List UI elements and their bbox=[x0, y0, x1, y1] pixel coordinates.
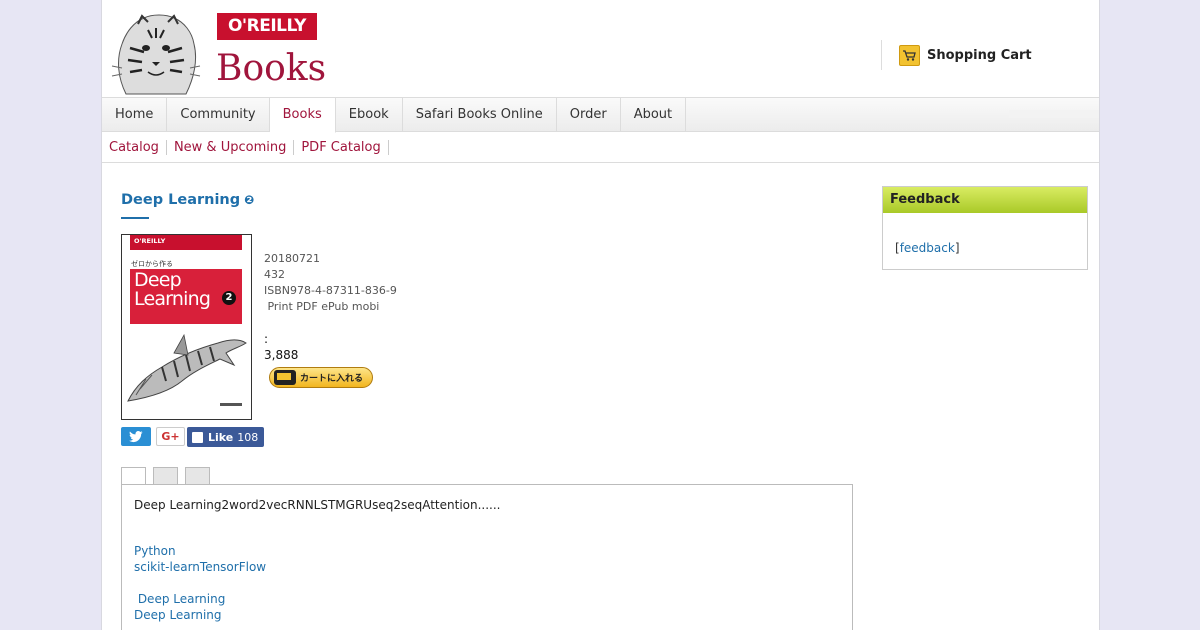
link-scikit-learn-tensorflow[interactable]: scikit-learnTensorFlow bbox=[134, 559, 266, 575]
formats: Print PDF ePub mobi bbox=[264, 300, 380, 313]
main-nav: Home Community Books Ebook Safari Books … bbox=[102, 97, 1099, 133]
nav-home[interactable]: Home bbox=[102, 98, 168, 132]
twitter-share-button[interactable] bbox=[121, 427, 151, 446]
subnav-catalog[interactable]: Catalog bbox=[109, 139, 167, 155]
help-icon[interactable]: ❷ bbox=[244, 193, 254, 207]
link-deep-learning-2[interactable]: Deep Learning bbox=[134, 607, 266, 623]
nav-books[interactable]: Books bbox=[269, 98, 336, 133]
books-wordmark[interactable]: Books bbox=[216, 46, 326, 92]
facebook-like-button[interactable]: Like 108 bbox=[187, 427, 265, 447]
tab-content-panel: Deep Learning2word2vecRNNLSTMGRUseq2seqA… bbox=[121, 484, 853, 630]
link-spacer: ​ bbox=[134, 575, 266, 591]
feedback-box: Feedback [feedback] bbox=[882, 186, 1088, 270]
cart-button-icon bbox=[274, 370, 296, 385]
nav-ebook[interactable]: Ebook bbox=[336, 98, 403, 132]
shopping-cart-link[interactable]: Shopping Cart bbox=[881, 40, 1032, 70]
feedback-link[interactable]: feedback bbox=[900, 241, 955, 255]
tiger-logo-image bbox=[111, 14, 201, 95]
book-metadata: 20180721 432 ISBN978-4-87311-836-9 Print… bbox=[264, 251, 397, 315]
link-deep-learning-1[interactable]: Deep Learning bbox=[134, 591, 266, 607]
price-label: : bbox=[264, 332, 269, 346]
nav-about[interactable]: About bbox=[621, 98, 687, 132]
subnav-new-upcoming[interactable]: New & Upcoming bbox=[167, 139, 295, 155]
cover-title: Deep Learning bbox=[134, 271, 211, 309]
page-title: Deep Learning ❷ bbox=[121, 192, 254, 208]
facebook-thumb-icon bbox=[192, 431, 203, 443]
tab-3[interactable] bbox=[185, 467, 210, 485]
cover-shark-illustration bbox=[127, 333, 247, 402]
feedback-body: [feedback] bbox=[895, 241, 960, 255]
isbn: ISBN978-4-87311-836-9 bbox=[264, 284, 397, 297]
title-underline bbox=[121, 217, 149, 219]
page: O'REILLY Books Shopping Cart Home Commun… bbox=[101, 0, 1100, 630]
tab-2[interactable] bbox=[153, 467, 178, 485]
related-links: Python scikit-learnTensorFlow ​ Deep Lea… bbox=[134, 543, 266, 623]
feedback-title: Feedback bbox=[883, 187, 1087, 213]
cover-author-mark bbox=[220, 403, 242, 406]
publish-date: 20180721 bbox=[264, 252, 320, 265]
book-description: Deep Learning2word2vecRNNLSTMGRUseq2seqA… bbox=[134, 498, 501, 512]
book-title: Deep Learning bbox=[121, 192, 241, 208]
book-cover-image[interactable]: O'REILLY ゼロから作る Deep Learning 2 bbox=[121, 234, 252, 420]
nav-safari-books-online[interactable]: Safari Books Online bbox=[403, 98, 557, 132]
feedback-bracket-close: ] bbox=[954, 241, 960, 255]
add-to-cart-label: カートに入れる bbox=[300, 374, 364, 384]
facebook-like-label: Like bbox=[208, 430, 234, 444]
shopping-cart-icon bbox=[899, 44, 920, 66]
add-to-cart-button[interactable]: カートに入れる bbox=[269, 367, 373, 388]
price-block: : 3,888 bbox=[264, 331, 298, 363]
cover-logo: O'REILLY bbox=[130, 235, 242, 250]
subnav-pdf-catalog[interactable]: PDF Catalog bbox=[294, 139, 389, 155]
nav-order[interactable]: Order bbox=[557, 98, 621, 132]
facebook-like-count: 108 bbox=[237, 430, 259, 444]
link-python[interactable]: Python bbox=[134, 543, 266, 559]
twitter-bird-icon bbox=[129, 430, 143, 442]
shopping-cart-label: Shopping Cart bbox=[927, 47, 1032, 63]
price-value: 3,888 bbox=[264, 348, 299, 362]
sub-nav: Catalog New & Upcoming PDF Catalog bbox=[102, 132, 1099, 163]
nav-community[interactable]: Community bbox=[167, 98, 270, 132]
social-buttons: G+ Like 108 bbox=[121, 427, 265, 447]
page-count: 432 bbox=[264, 268, 285, 281]
cover-subtitle: ゼロから作る bbox=[131, 260, 173, 268]
cover-volume-number: 2 bbox=[222, 291, 236, 305]
oreilly-logo[interactable]: O'REILLY bbox=[217, 13, 317, 40]
google-plus-share-button[interactable]: G+ bbox=[156, 427, 185, 446]
site-header: O'REILLY Books Shopping Cart bbox=[102, 0, 1099, 97]
nav-search-placeholder bbox=[1009, 110, 1099, 118]
